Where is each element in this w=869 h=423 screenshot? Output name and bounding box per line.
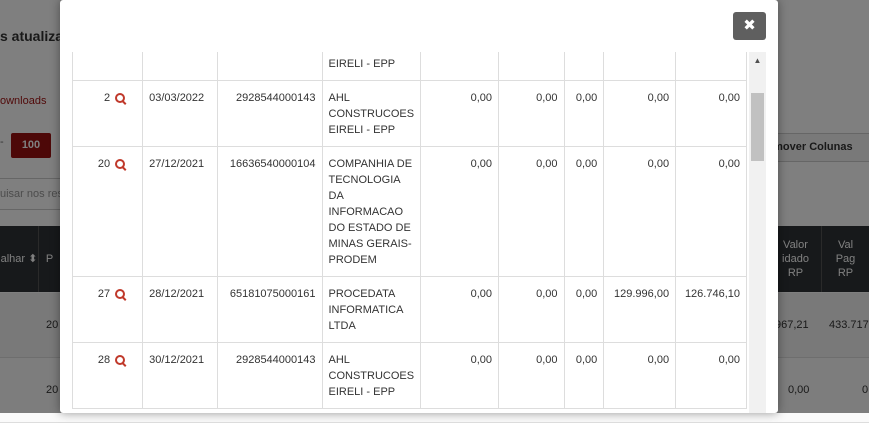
row-value bbox=[603, 52, 677, 81]
row-date: 03/03/2022 bbox=[142, 80, 218, 147]
row-seq bbox=[72, 52, 144, 81]
row-cnpj: 2928544000143 bbox=[216, 342, 323, 409]
row-value: 0,00 bbox=[563, 146, 605, 277]
row-value: 0,00 bbox=[563, 342, 605, 409]
row-name: CONSTRUCOES EIRELI - EPP bbox=[321, 52, 422, 81]
row-name: PROCEDATA INFORMATICA LTDA bbox=[321, 276, 422, 343]
row-value bbox=[420, 52, 499, 81]
row-value: 0,00 bbox=[498, 276, 565, 343]
row-name: COMPANHIA DE TECNOLOGIA DA INFORMACAO DO… bbox=[321, 146, 422, 277]
row-value: 0,00 bbox=[498, 146, 565, 277]
table-row: 20 27/12/2021 16636540000104 COMPANHIA D… bbox=[72, 146, 747, 277]
search-icon[interactable] bbox=[115, 93, 126, 103]
row-name: AHL CONSTRUCOES EIRELI - EPP bbox=[321, 342, 422, 409]
row-value: 0,00 bbox=[420, 146, 499, 277]
row-cnpj: 65181075000161 bbox=[216, 276, 323, 343]
search-icon[interactable] bbox=[115, 159, 126, 169]
row-date bbox=[142, 52, 218, 81]
row-cnpj bbox=[216, 52, 323, 81]
modal-table: CONSTRUCOES EIRELI - EPP 2 03/03/2022 29… bbox=[72, 52, 747, 409]
row-seq: 28 bbox=[72, 342, 144, 409]
row-cnpj: 16636540000104 bbox=[216, 146, 323, 277]
table-row: 27 28/12/2021 65181075000161 PROCEDATA I… bbox=[72, 276, 747, 343]
row-value: 0,00 bbox=[603, 80, 677, 147]
row-value: 0,00 bbox=[420, 276, 499, 343]
row-value: 0,00 bbox=[603, 146, 677, 277]
row-value: 0,00 bbox=[420, 342, 499, 409]
row-value: 129.996,00 bbox=[603, 276, 677, 343]
row-name: AHL CONSTRUCOES EIRELI - EPP bbox=[321, 80, 422, 147]
close-button[interactable]: ✖ bbox=[733, 12, 766, 40]
search-icon[interactable] bbox=[115, 355, 126, 365]
detail-modal: ✖ CONSTRUCOES EIRELI - EPP bbox=[60, 0, 778, 413]
row-value bbox=[563, 52, 605, 81]
table-row: 2 03/03/2022 2928544000143 AHL CONSTRUCO… bbox=[72, 80, 747, 147]
row-date: 27/12/2021 bbox=[142, 146, 218, 277]
row-cnpj: 2928544000143 bbox=[216, 80, 323, 147]
table-row: CONSTRUCOES EIRELI - EPP bbox=[72, 52, 747, 81]
row-value: 0,00 bbox=[675, 80, 747, 147]
row-value bbox=[498, 52, 565, 81]
row-seq: 27 bbox=[72, 276, 144, 343]
modal-table-container[interactable]: CONSTRUCOES EIRELI - EPP 2 03/03/2022 29… bbox=[72, 52, 749, 413]
row-value: 0,00 bbox=[498, 80, 565, 147]
row-value: 0,00 bbox=[563, 80, 605, 147]
row-value bbox=[675, 52, 747, 81]
row-value: 0,00 bbox=[603, 342, 677, 409]
row-value: 0,00 bbox=[675, 342, 747, 409]
row-value: 0,00 bbox=[675, 146, 747, 277]
scroll-up-arrow-icon[interactable]: ▲ bbox=[749, 52, 766, 69]
row-date: 28/12/2021 bbox=[142, 276, 218, 343]
search-icon[interactable] bbox=[115, 289, 126, 299]
row-seq: 2 bbox=[72, 80, 144, 147]
row-seq: 20 bbox=[72, 146, 144, 277]
row-date: 30/12/2021 bbox=[142, 342, 218, 409]
row-value: 0,00 bbox=[563, 276, 605, 343]
row-value: 0,00 bbox=[420, 80, 499, 147]
row-value: 126.746,10 bbox=[675, 276, 747, 343]
vertical-scrollbar[interactable]: ▲ bbox=[749, 52, 766, 413]
close-icon: ✖ bbox=[743, 17, 756, 34]
row-value: 0,00 bbox=[498, 342, 565, 409]
scroll-thumb[interactable] bbox=[751, 93, 764, 161]
table-row: 28 30/12/2021 2928544000143 AHL CONSTRUC… bbox=[72, 342, 747, 409]
